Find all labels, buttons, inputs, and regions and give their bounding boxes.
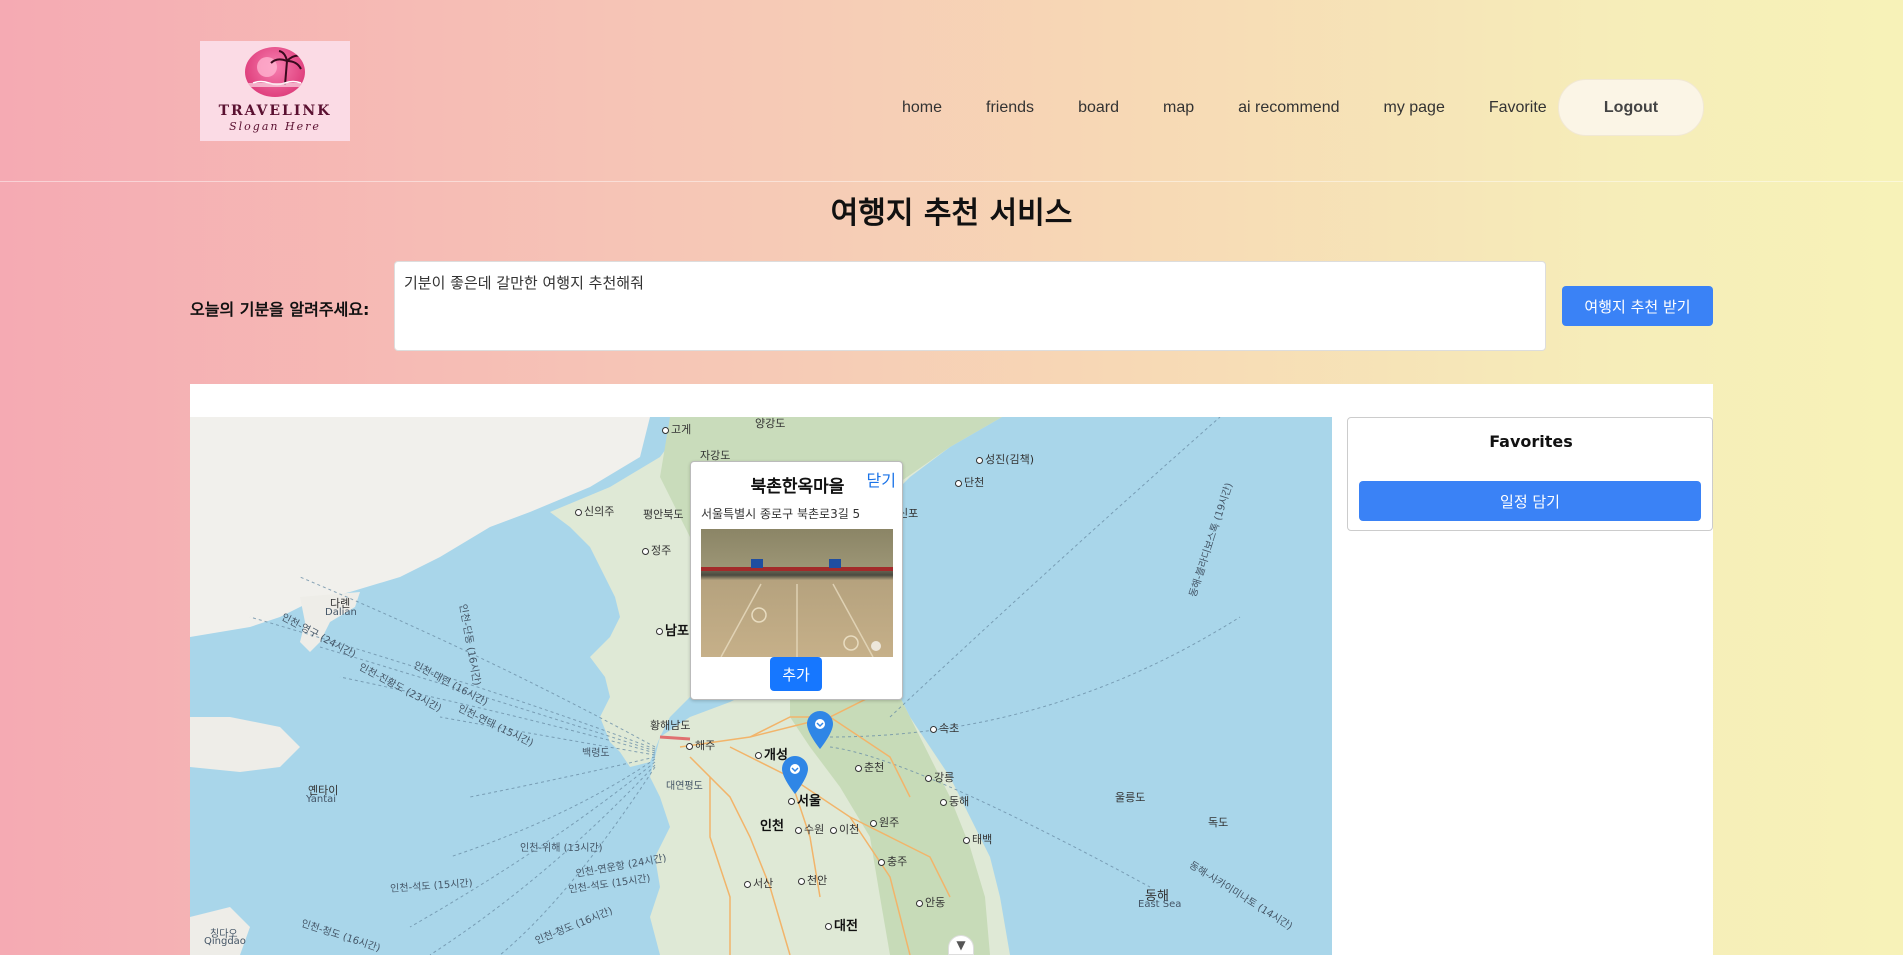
map-label: 속초	[930, 720, 959, 736]
site-header: TRAVELINK Slogan Here home friends board…	[0, 0, 1903, 182]
map-label: 강릉	[925, 769, 954, 785]
map-pin-icon[interactable]	[782, 756, 808, 794]
map-label: 수원	[795, 821, 824, 837]
close-popup-button[interactable]: 닫기	[867, 467, 896, 491]
place-info-popup: 북촌한옥마을 닫기 서울특별시 종로구 북촌로3길 5 추가	[690, 461, 903, 700]
nav-board[interactable]: board	[1056, 80, 1141, 136]
recommend-button[interactable]: 여행지 추천 받기	[1562, 286, 1713, 326]
map-label: 서산	[744, 875, 773, 891]
map-label: 충주	[878, 853, 907, 869]
map-label: 원주	[870, 814, 899, 830]
map-label: 동해	[940, 793, 969, 809]
map-label: 천안	[798, 872, 827, 888]
main-nav: home friends board map ai recommend my p…	[880, 80, 1569, 136]
map-label: 대전	[825, 915, 858, 934]
map-label: 단천	[955, 474, 984, 490]
map-label: 양강도	[755, 417, 786, 430]
map-label: 해주	[686, 737, 715, 753]
mood-input[interactable]: 기분이 좋은데 갈만한 여행지 추천해줘	[394, 261, 1546, 351]
map-label: 고게	[662, 421, 691, 437]
page-title: 여행지 추천 서비스	[830, 196, 1073, 231]
nav-my-page[interactable]: my page	[1361, 80, 1466, 136]
map-label: 독도	[1208, 816, 1229, 829]
map-label: 정주	[642, 542, 671, 558]
add-place-button[interactable]: 추가	[770, 657, 822, 691]
map-label: 대연평도	[666, 781, 703, 792]
map-label: Yantai	[306, 794, 337, 805]
nav-home[interactable]: home	[880, 80, 964, 136]
map-label: 평안북도	[643, 508, 684, 521]
place-photo	[701, 529, 893, 657]
map-label: 울릉도	[1115, 791, 1146, 804]
chevron-down-icon[interactable]: ▼	[948, 935, 974, 955]
map-label: 안동	[916, 894, 945, 910]
logo-name: TRAVELINK	[218, 103, 332, 119]
map-label: 이천	[830, 821, 859, 837]
save-schedule-button[interactable]: 일정 담기	[1359, 481, 1701, 521]
map-label: 춘천	[855, 759, 884, 775]
favorites-title: Favorites	[1489, 432, 1573, 451]
map-label: 신의주	[575, 503, 614, 519]
map-label: 성진(김책)	[976, 451, 1034, 467]
mood-label: 오늘의 기분을 알려주세요:	[190, 300, 370, 319]
map-pin-icon[interactable]	[807, 711, 833, 749]
map-label: 남포	[656, 620, 689, 639]
map-label: East Sea	[1138, 899, 1182, 910]
map-label: 태백	[963, 831, 992, 847]
place-address: 서울특별시 종로구 북촌로3길 5	[701, 507, 861, 521]
route-label: 인천-위해 (13시간)	[520, 843, 603, 854]
map-label: 백령도	[582, 748, 610, 759]
map-label: 황해남도	[650, 719, 691, 732]
logo-slogan: Slogan Here	[229, 120, 321, 133]
nav-friends[interactable]: friends	[964, 80, 1056, 136]
logout-button[interactable]: Logout	[1558, 79, 1704, 136]
palm-sunset-icon	[245, 47, 305, 97]
nav-ai-recommend[interactable]: ai recommend	[1216, 80, 1361, 136]
nav-favorite[interactable]: Favorite	[1467, 80, 1569, 136]
map-label: Dalian	[325, 607, 357, 618]
map-label: 인천	[760, 819, 784, 834]
nav-map[interactable]: map	[1141, 80, 1216, 136]
logo[interactable]: TRAVELINK Slogan Here	[200, 41, 350, 141]
map-label: Qingdao	[204, 936, 246, 947]
favorites-panel: Favorites 일정 담기	[1347, 417, 1713, 531]
